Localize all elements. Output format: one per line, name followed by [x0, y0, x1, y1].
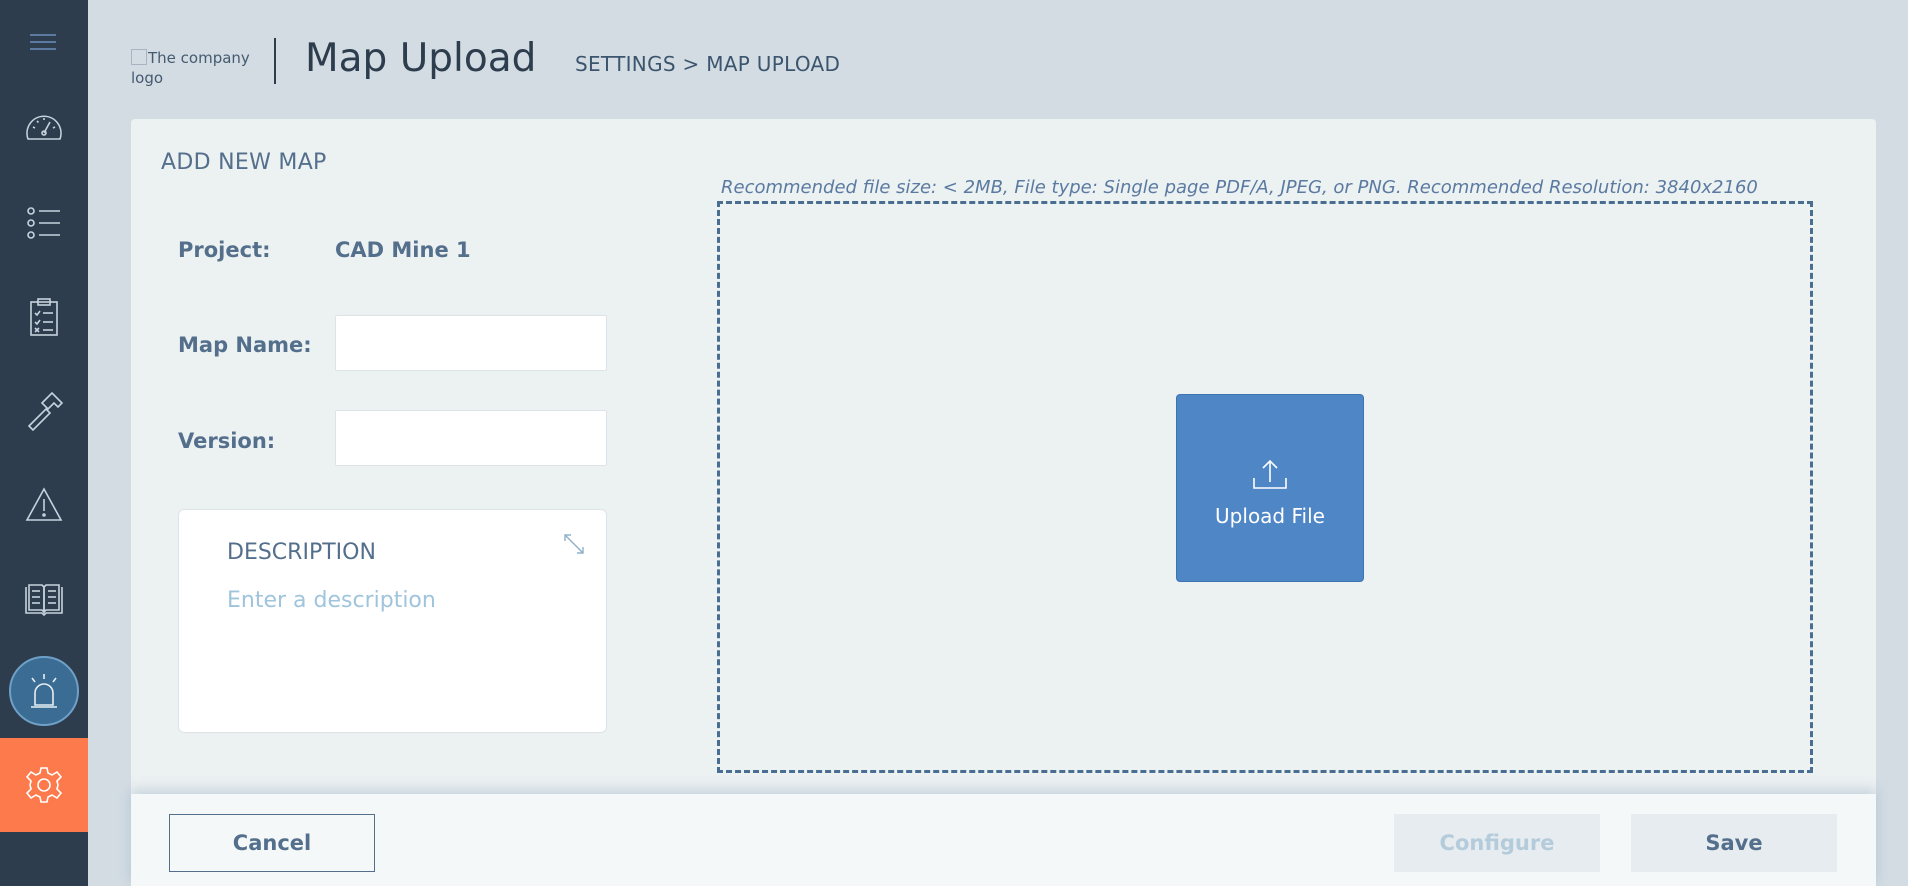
save-button[interactable]: Save — [1631, 814, 1837, 872]
description-input[interactable] — [227, 588, 587, 708]
project-value: CAD Mine 1 — [335, 238, 471, 262]
breadcrumb: SETTINGS > MAP UPLOAD — [575, 52, 841, 76]
sidebar-item-warnings[interactable] — [0, 458, 88, 552]
warning-icon — [25, 487, 63, 521]
hammer-icon — [27, 391, 64, 431]
logo-alt-text: The company logo — [131, 49, 250, 87]
sidebar-item-checklist[interactable] — [0, 270, 88, 364]
configure-button[interactable]: Configure — [1394, 814, 1600, 872]
company-logo: The company logo — [131, 48, 251, 88]
file-dropzone[interactable]: Upload File — [717, 201, 1813, 773]
description-box: DESCRIPTION — [178, 509, 607, 733]
clipboard-checklist-icon — [30, 298, 58, 336]
book-icon — [25, 584, 63, 617]
page-title: Map Upload — [305, 36, 537, 81]
sidebar-item-alarms[interactable] — [0, 644, 88, 738]
sidebar-item-dashboard[interactable] — [0, 82, 88, 176]
broken-image-icon — [131, 49, 147, 65]
sidebar-item-tools[interactable] — [0, 364, 88, 458]
upload-icon — [1253, 459, 1287, 489]
gear-icon — [25, 767, 63, 803]
cancel-button[interactable]: Cancel — [169, 814, 375, 872]
sidebar — [0, 0, 88, 886]
sidebar-item-settings[interactable] — [0, 738, 88, 832]
upload-file-button[interactable]: Upload File — [1176, 394, 1364, 582]
file-requirements-hint: Recommended file size: < 2MB, File type:… — [721, 177, 1758, 198]
hamburger-menu-icon[interactable] — [26, 28, 60, 56]
action-footer: Cancel Configure Save — [131, 794, 1876, 886]
expand-icon[interactable] — [562, 532, 586, 556]
list-icon — [27, 207, 60, 239]
project-label: Project: — [178, 238, 271, 262]
upload-button-label: Upload File — [1215, 504, 1325, 528]
version-label: Version: — [178, 429, 276, 453]
description-label: DESCRIPTION — [227, 540, 376, 565]
section-title: ADD NEW MAP — [161, 150, 327, 175]
speedometer-icon — [26, 115, 62, 140]
sidebar-item-list[interactable] — [0, 176, 88, 270]
alarm-light-icon — [31, 674, 57, 708]
sidebar-item-manual[interactable] — [0, 552, 88, 646]
version-input[interactable] — [335, 410, 607, 466]
map-name-label: Map Name: — [178, 333, 312, 357]
map-name-input[interactable] — [335, 315, 607, 371]
add-map-panel: ADD NEW MAP Project: CAD Mine 1 Map Name… — [131, 119, 1876, 886]
header-divider — [274, 38, 276, 84]
